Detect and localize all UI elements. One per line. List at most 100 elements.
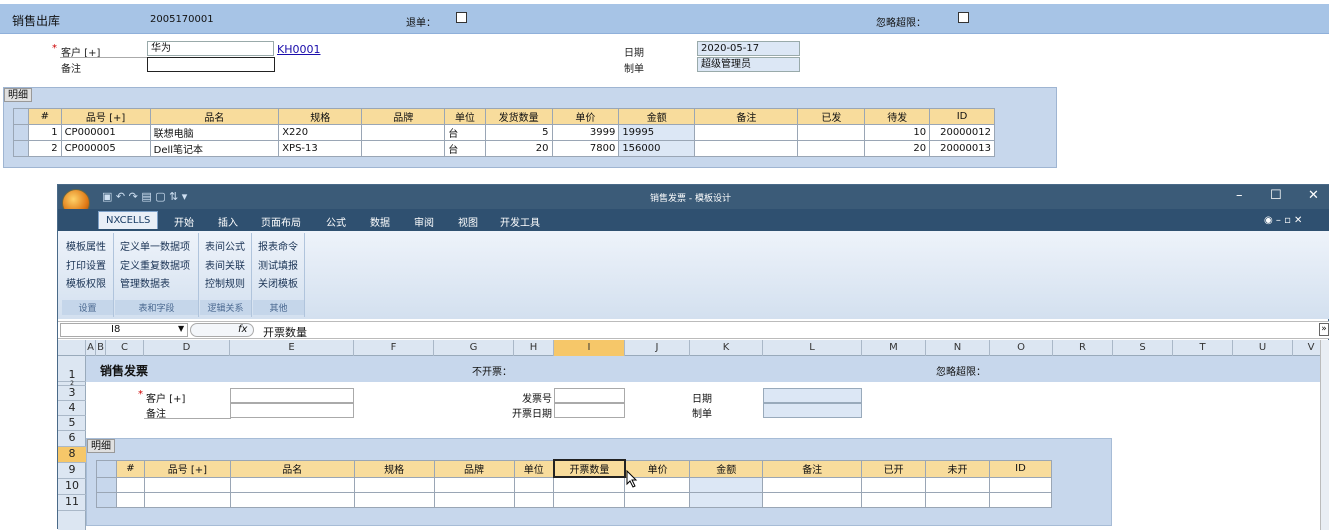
name-box[interactable]: I8 bbox=[60, 323, 188, 337]
quick-access-toolbar-icon[interactable]: ▣ ↶ ↷ ▤ ▢ ⇅ ▾ bbox=[102, 190, 187, 203]
define-repeat-item-button[interactable]: 定义重复数据项 bbox=[120, 257, 190, 272]
cell[interactable] bbox=[115, 476, 145, 493]
note-cell[interactable] bbox=[230, 403, 354, 418]
sheet-detail-tab[interactable]: 明细 bbox=[87, 439, 115, 453]
cell[interactable] bbox=[861, 491, 927, 508]
cell[interactable] bbox=[513, 491, 555, 508]
manage-tables-button[interactable]: 管理数据表 bbox=[120, 275, 170, 290]
col-L[interactable]: L bbox=[763, 340, 862, 356]
col-B[interactable]: B bbox=[96, 340, 106, 356]
template-properties-button[interactable]: 模板属性 bbox=[66, 238, 106, 253]
col-R[interactable]: R bbox=[1053, 340, 1113, 356]
date-cell[interactable] bbox=[763, 388, 862, 403]
formula-input[interactable]: 开票数量 bbox=[263, 324, 307, 340]
maker-cell[interactable] bbox=[763, 403, 862, 418]
cell[interactable] bbox=[513, 476, 555, 493]
col-J[interactable]: J bbox=[625, 340, 690, 356]
row-4[interactable]: 4 bbox=[58, 401, 86, 416]
tab-review[interactable]: 审阅 bbox=[414, 214, 434, 229]
close-template-button[interactable]: 关闭模板 bbox=[258, 275, 298, 290]
customer-code-link[interactable]: KH0001 bbox=[277, 43, 320, 56]
cell[interactable] bbox=[115, 491, 145, 508]
cell[interactable]: 20 bbox=[484, 140, 553, 157]
cell[interactable] bbox=[694, 124, 799, 141]
cell[interactable] bbox=[553, 476, 626, 493]
maximize-button[interactable]: ☐ bbox=[1270, 188, 1282, 203]
cell[interactable] bbox=[624, 491, 691, 508]
worksheet[interactable]: 销售发票 不开票： 忽略超限： * 客户 [+] 备注 发票号 开票日期 日期 … bbox=[86, 356, 1329, 530]
tab-view[interactable]: 视图 bbox=[458, 214, 478, 229]
report-command-button[interactable]: 报表命令 bbox=[258, 238, 298, 253]
table-formula-button[interactable]: 表间公式 bbox=[205, 238, 245, 253]
cell[interactable]: 台 bbox=[444, 140, 486, 157]
return-checkbox[interactable] bbox=[456, 12, 467, 23]
cell[interactable]: XPS-13 bbox=[278, 140, 363, 157]
row-5[interactable]: 5 bbox=[58, 416, 86, 431]
cell[interactable]: 2 bbox=[28, 140, 62, 157]
table-row[interactable] bbox=[96, 476, 1053, 493]
col-I[interactable]: I bbox=[554, 340, 625, 356]
col-N[interactable]: N bbox=[926, 340, 990, 356]
row-10[interactable]: 10 bbox=[58, 479, 86, 495]
cell[interactable] bbox=[988, 476, 1053, 493]
cell[interactable] bbox=[229, 491, 355, 508]
cell[interactable] bbox=[361, 124, 446, 141]
cell[interactable]: CP000005 bbox=[60, 140, 151, 157]
cell[interactable]: CP000001 bbox=[60, 124, 151, 141]
tab-home[interactable]: 开始 bbox=[174, 214, 194, 229]
template-permissions-button[interactable]: 模板权限 bbox=[66, 275, 106, 290]
cell[interactable] bbox=[361, 140, 446, 157]
cell[interactable] bbox=[925, 476, 990, 493]
col-U[interactable]: U bbox=[1233, 340, 1293, 356]
expand-formula-icon[interactable]: » bbox=[1319, 323, 1329, 336]
cell[interactable]: 1 bbox=[28, 124, 62, 141]
row-6[interactable]: 6 bbox=[58, 431, 86, 447]
col-A[interactable]: A bbox=[86, 340, 96, 356]
col-H[interactable]: H bbox=[514, 340, 554, 356]
test-fill-button[interactable]: 测试填报 bbox=[258, 257, 298, 272]
col-S[interactable]: S bbox=[1113, 340, 1173, 356]
col-K[interactable]: K bbox=[690, 340, 763, 356]
cell[interactable] bbox=[433, 476, 515, 493]
customer-field[interactable]: 华为 bbox=[147, 41, 274, 56]
tab-nxcells[interactable]: NXCELLS bbox=[98, 211, 159, 229]
note-field[interactable] bbox=[147, 57, 275, 72]
table-relation-button[interactable]: 表间关联 bbox=[205, 257, 245, 272]
invoice-date-cell[interactable] bbox=[554, 403, 625, 418]
col-D[interactable]: D bbox=[144, 340, 230, 356]
customer-cell[interactable] bbox=[230, 388, 354, 403]
define-single-item-button[interactable]: 定义单一数据项 bbox=[120, 238, 190, 253]
col-M[interactable]: M bbox=[862, 340, 926, 356]
selected-cell-i8[interactable]: 开票数量 bbox=[552, 459, 626, 478]
cell[interactable] bbox=[861, 476, 927, 493]
control-rules-button[interactable]: 控制规则 bbox=[205, 275, 245, 290]
tab-data[interactable]: 数据 bbox=[370, 214, 390, 229]
cell[interactable] bbox=[762, 491, 863, 508]
close-button[interactable]: ✕ bbox=[1308, 188, 1319, 203]
cell[interactable] bbox=[689, 476, 764, 493]
cell[interactable] bbox=[353, 476, 435, 493]
tab-page-layout[interactable]: 页面布局 bbox=[261, 214, 301, 229]
detail-tab[interactable]: 明细 bbox=[4, 88, 32, 102]
col-T[interactable]: T bbox=[1173, 340, 1233, 356]
print-settings-button[interactable]: 打印设置 bbox=[66, 257, 106, 272]
cell[interactable]: 5 bbox=[484, 124, 553, 141]
cell[interactable]: 联想电脑 bbox=[149, 124, 280, 141]
cell[interactable] bbox=[689, 491, 764, 508]
col-G[interactable]: G bbox=[434, 340, 514, 356]
cell[interactable] bbox=[925, 491, 990, 508]
date-field[interactable]: 2020-05-17 bbox=[697, 41, 800, 56]
cell[interactable] bbox=[553, 491, 626, 508]
minimize-button[interactable]: – bbox=[1236, 188, 1243, 203]
row-3[interactable]: 3 bbox=[58, 386, 86, 401]
row-1[interactable]: 1 bbox=[58, 356, 86, 382]
vertical-scrollbar[interactable] bbox=[1320, 340, 1329, 530]
cell[interactable] bbox=[229, 476, 355, 493]
cell[interactable] bbox=[353, 491, 435, 508]
cell[interactable] bbox=[143, 491, 231, 508]
table-row[interactable]: 1 CP000001 联想电脑 X220 台 5 3999 19995 10 2… bbox=[12, 124, 995, 141]
cell[interactable]: Dell笔记本 bbox=[149, 140, 280, 157]
invoice-no-cell[interactable] bbox=[554, 388, 625, 403]
table-row[interactable] bbox=[96, 491, 1053, 508]
col-F[interactable]: F bbox=[354, 340, 434, 356]
